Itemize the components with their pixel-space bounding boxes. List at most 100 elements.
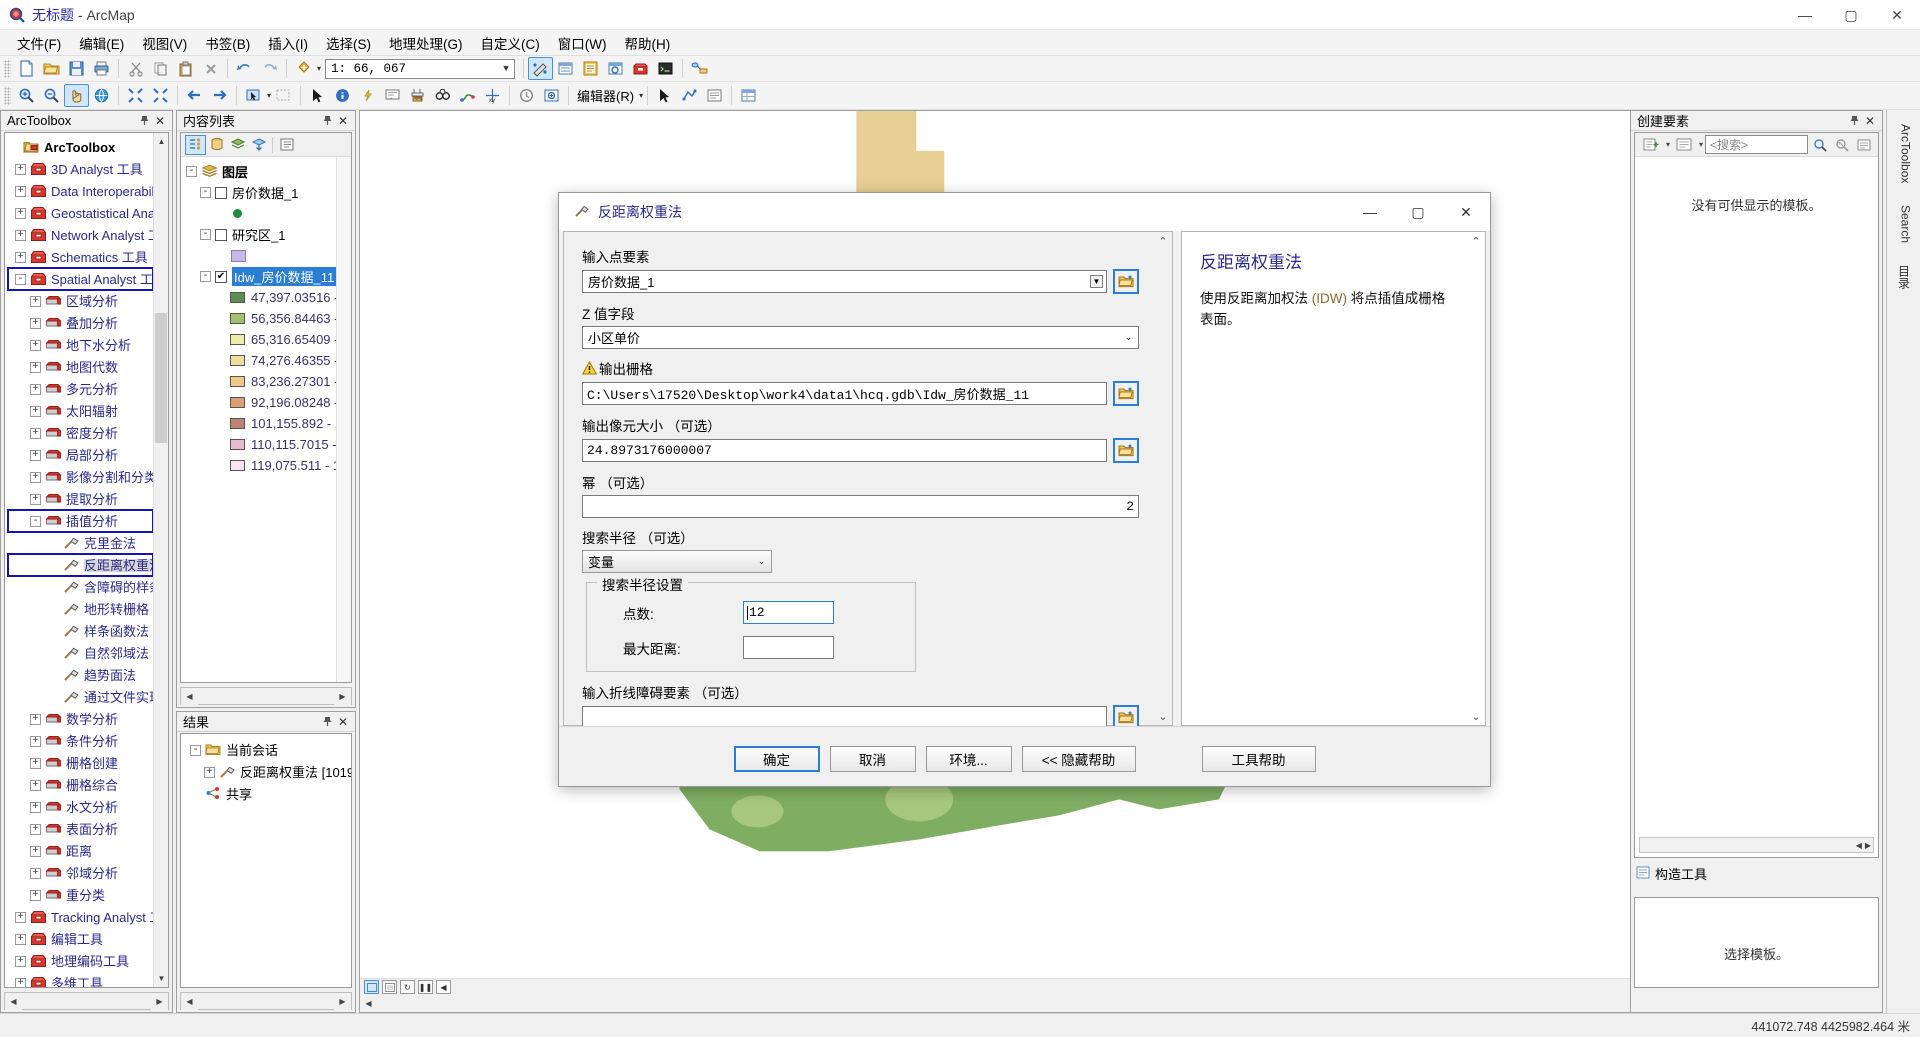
open-document-icon[interactable] [39, 57, 64, 80]
z-field-combo[interactable]: 小区单价 ⌄ [582, 326, 1139, 349]
template-options-dropdown-icon[interactable]: ▾ [1699, 140, 1703, 149]
expander-icon[interactable]: + [30, 449, 41, 461]
hide-help-button[interactable]: << 隐藏帮助 [1021, 745, 1136, 772]
toolbox-tree-item[interactable]: + 邻域分析 [8, 862, 153, 884]
results-tree-item[interactable]: 共享 [184, 783, 351, 805]
expander-icon[interactable]: + [15, 933, 26, 945]
maximize-button[interactable]: ▢ [1828, 0, 1874, 30]
class-swatch[interactable] [230, 460, 245, 471]
identify-icon[interactable] [330, 84, 355, 107]
results-hscrollbar[interactable]: ◀ ▶ [180, 992, 352, 1010]
expander-icon[interactable]: + [30, 317, 41, 329]
close-icon[interactable]: ✕ [335, 714, 351, 730]
toc-root-node[interactable]: - 图层 [186, 161, 336, 182]
expander-icon[interactable]: + [30, 779, 41, 791]
expander-icon[interactable]: + [15, 251, 26, 263]
environments-button[interactable]: 环境... [925, 745, 1012, 772]
toolbox-tree-item[interactable]: + 区域分析 [8, 290, 153, 312]
paste-icon[interactable] [173, 57, 198, 80]
create-viewer-icon[interactable] [539, 84, 564, 107]
scroll-left-icon[interactable]: ◀ [181, 687, 198, 705]
cell-size-input[interactable]: 24.8973176000007 [582, 439, 1107, 462]
go-to-xy-icon[interactable]: xy [480, 84, 505, 107]
back-icon[interactable]: ◀ [436, 980, 451, 994]
list-by-drawing-order-icon[interactable] [185, 134, 206, 155]
idw-form-vscrollbar[interactable]: ⌃ ⌄ [1154, 232, 1172, 725]
editor-menu-label[interactable]: 编辑器(R) [573, 86, 638, 105]
measure-icon[interactable] [405, 84, 430, 107]
toolbox-tree-item[interactable]: + 多维工具 [8, 972, 153, 987]
browse-input-points-button[interactable] [1113, 269, 1139, 294]
expander-icon[interactable]: + [30, 889, 41, 901]
search-radius-combo[interactable]: 变量 ⌄ [582, 550, 772, 573]
search-window-icon[interactable] [603, 57, 628, 80]
arctoolbox-hscrollbar[interactable]: ◀ ▶ [4, 992, 169, 1010]
chevron-down-icon[interactable]: ▼ [1090, 275, 1103, 288]
expander-icon[interactable]: - [200, 187, 211, 198]
save-icon[interactable] [64, 57, 89, 80]
class-swatch[interactable] [230, 397, 245, 408]
toc-vscrollbar[interactable] [336, 157, 351, 682]
toc-layer-item[interactable]: - 研究区_1 [186, 224, 336, 245]
toc-class-break-item[interactable]: 119,075.511 - 128,03 [186, 455, 336, 476]
toolbox-tree-item[interactable]: + 提取分析 [8, 488, 153, 510]
output-raster-input[interactable]: C:\Users\17520\Desktop\work4\data1\hcq.g… [582, 382, 1107, 405]
toolbox-tree-item[interactable]: + 局部分析 [8, 444, 153, 466]
expander-icon[interactable]: + [30, 295, 41, 307]
find-route-icon[interactable] [455, 84, 480, 107]
menu-help[interactable]: 帮助(H) [615, 30, 679, 56]
toolbox-tree-item[interactable]: 克里金法 [8, 532, 153, 554]
html-popup-icon[interactable] [380, 84, 405, 107]
toc-hscrollbar[interactable]: ◀ ▶ [180, 687, 352, 705]
undo-icon[interactable] [232, 57, 257, 80]
print-icon[interactable] [89, 57, 114, 80]
toc-layer-item[interactable]: - 房价数据_1 [186, 182, 336, 203]
select-features-icon[interactable] [241, 84, 266, 107]
idw-minimize-button[interactable]: — [1346, 193, 1394, 231]
class-swatch[interactable] [230, 292, 245, 303]
fixed-zoom-out-icon[interactable] [148, 84, 173, 107]
fixed-zoom-in-icon[interactable] [123, 84, 148, 107]
delete-icon[interactable] [198, 57, 223, 80]
toolbox-tree-item[interactable]: 地形转栅格 [8, 598, 153, 620]
toolbox-tree-item[interactable]: + 地图代数 [8, 356, 153, 378]
menu-selection[interactable]: 选择(S) [317, 30, 380, 56]
minimize-button[interactable]: — [1782, 0, 1828, 30]
arctoolbox-tree[interactable]: ArcToolbox +3D Analyst 工具 + Data Interopera… [5, 133, 153, 987]
scroll-right-icon[interactable]: ▶ [151, 992, 168, 1010]
toolbox-tree-item[interactable]: + Tracking Analyst 工具 [8, 906, 153, 928]
chevron-down-icon[interactable]: ⌄ [1122, 331, 1135, 344]
browse-output-raster-button[interactable] [1113, 381, 1139, 406]
class-swatch[interactable] [230, 334, 245, 345]
expander-icon[interactable]: + [15, 229, 26, 241]
add-data-dropdown-icon[interactable]: ▾ [317, 64, 321, 73]
menu-view[interactable]: 视图(V) [133, 30, 196, 56]
toolbox-tree-item[interactable]: + 太阳辐射 [8, 400, 153, 422]
refresh-icon[interactable]: ↻ [400, 980, 415, 994]
menu-edit[interactable]: 编辑(E) [70, 30, 133, 56]
browse-cell-size-button[interactable] [1113, 438, 1139, 463]
toolbox-tree-item[interactable]: 趋势面法 [8, 664, 153, 686]
expander-icon[interactable]: + [15, 163, 26, 175]
toolbox-tree-item[interactable]: 含障碍的样条函数 [8, 576, 153, 598]
copy-icon[interactable] [148, 57, 173, 80]
results-tree-item[interactable]: + 反距离权重法 [101938_0 [184, 761, 351, 783]
toolbox-tree-item[interactable]: + 重分类 [8, 884, 153, 906]
expander-icon[interactable]: + [30, 713, 41, 725]
tool-help-button[interactable]: 工具帮助 [1201, 745, 1316, 772]
clear-search-icon[interactable] [1832, 135, 1852, 155]
toolbox-tree-item[interactable]: + 叠加分析 [8, 312, 153, 334]
toolbox-tree-item[interactable]: + 多元分析 [8, 378, 153, 400]
pin-icon[interactable] [136, 113, 152, 129]
class-swatch[interactable] [230, 418, 245, 429]
input-points-combo[interactable]: 房价数据_1 ▼ [582, 270, 1107, 293]
toc-class-break-item[interactable]: 56,356.84463 - 65,31 [186, 308, 336, 329]
sketch-properties-icon[interactable] [702, 84, 727, 107]
menu-geoprocessing[interactable]: 地理处理(G) [380, 30, 472, 56]
pin-icon[interactable] [319, 714, 335, 730]
toc-class-break-item[interactable]: 74,276.46355 - 83,23 [186, 350, 336, 371]
catalog-icon[interactable] [578, 57, 603, 80]
toolbox-tree-item[interactable]: + 距离 [8, 840, 153, 862]
scroll-up-icon[interactable]: ⌃ [1467, 232, 1485, 250]
toolbox-tree-item[interactable]: + 栅格综合 [8, 774, 153, 796]
